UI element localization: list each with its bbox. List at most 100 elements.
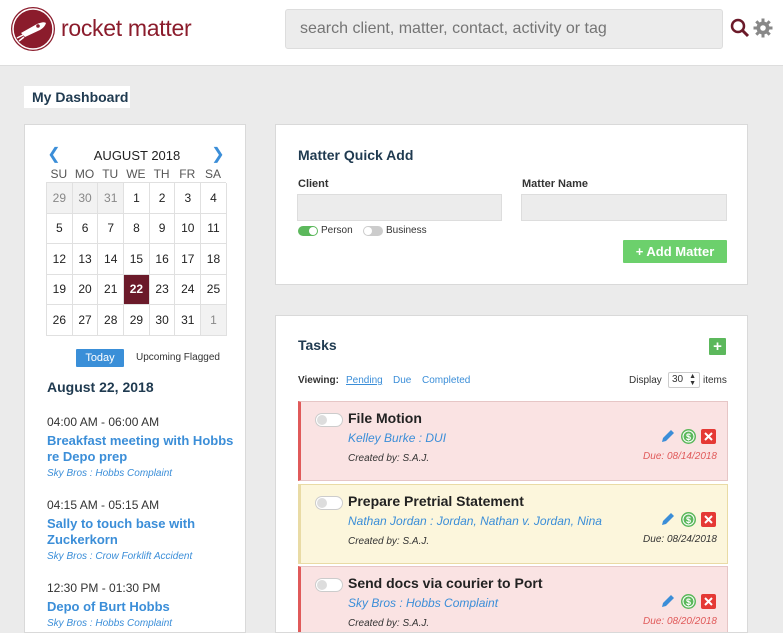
pencil-icon[interactable]	[659, 593, 676, 610]
tasks-panel: Tasks + Viewing: Pending Due Completed D…	[275, 315, 748, 633]
calendar-day[interactable]: 23	[149, 274, 176, 305]
event-matter[interactable]: Sky Bros : Hobbs Complaint	[47, 618, 237, 629]
client-input[interactable]	[297, 194, 502, 221]
task-name[interactable]: Send docs via courier to Port	[348, 575, 543, 591]
calendar-day[interactable]: 13	[72, 244, 99, 275]
event-title[interactable]: Sally to touch base with Zuckerkorn	[47, 516, 237, 548]
task-complete-toggle[interactable]	[315, 496, 343, 510]
calendar-day[interactable]: 19	[47, 274, 73, 305]
delete-icon[interactable]	[700, 428, 717, 445]
svg-text:$: $	[686, 597, 691, 607]
task-card[interactable]: File Motion Kelley Burke : DUI Created b…	[298, 401, 728, 481]
delete-icon[interactable]	[700, 511, 717, 528]
calendar-day[interactable]: 10	[175, 213, 202, 244]
calendar-day[interactable]: 25	[201, 274, 227, 305]
task-card[interactable]: Send docs via courier to Port Sky Bros :…	[298, 566, 728, 632]
tasks-title: Tasks	[298, 337, 337, 353]
filter-due[interactable]: Due	[393, 375, 411, 386]
task-matter-link[interactable]: Sky Bros : Hobbs Complaint	[348, 596, 498, 610]
calendar-day[interactable]: 26	[47, 305, 73, 336]
calendar-day[interactable]: 30	[72, 183, 99, 214]
billing-icon[interactable]: $	[680, 428, 697, 445]
calendar-event[interactable]: 04:00 AM - 06:00 AM Breakfast meeting wi…	[47, 415, 237, 479]
calendar-day[interactable]: 4	[201, 183, 227, 214]
rocket-logo-icon[interactable]	[11, 7, 55, 51]
calendar-event[interactable]: 12:30 PM - 01:30 PM Depo of Burt Hobbs S…	[47, 581, 237, 629]
top-bar: rocket matter	[0, 0, 783, 66]
display-count-select[interactable]: 30 ▲ ▼	[668, 372, 700, 388]
calendar-day[interactable]: 28	[98, 305, 125, 336]
calendar-day[interactable]: 11	[201, 213, 227, 244]
calendar-day[interactable]: 24	[175, 274, 202, 305]
add-matter-button[interactable]: + Add Matter	[623, 240, 727, 263]
day-of-week-row: SU MO TU WE TH FR SA	[46, 166, 226, 182]
filter-pending[interactable]: Pending	[346, 375, 383, 386]
task-matter-link[interactable]: Kelley Burke : DUI	[348, 431, 446, 445]
calendar-day-selected[interactable]: 22	[124, 274, 150, 305]
pencil-icon[interactable]	[659, 511, 676, 528]
calendar-day[interactable]: 29	[124, 305, 150, 336]
upcoming-flagged-link[interactable]: Upcoming Flagged	[136, 352, 220, 363]
calendar-day[interactable]: 9	[149, 213, 176, 244]
task-name[interactable]: Prepare Pretrial Statement	[348, 493, 524, 509]
event-matter[interactable]: Sky Bros : Crow Forklift Accident	[47, 551, 237, 562]
calendar-day[interactable]: 12	[47, 244, 73, 275]
calendar-day[interactable]: 6	[72, 213, 99, 244]
calendar-day[interactable]: 15	[124, 244, 150, 275]
matter-name-input[interactable]	[521, 194, 727, 221]
chevron-left-icon[interactable]: ❮	[47, 147, 61, 163]
task-created-by: Created by: S.A.J.	[348, 536, 430, 547]
search-icon[interactable]	[729, 17, 751, 39]
calendar-day[interactable]: 31	[98, 183, 125, 214]
filter-completed[interactable]: Completed	[422, 375, 470, 386]
display-label: Display	[629, 375, 662, 386]
calendar-day[interactable]: 3	[175, 183, 202, 214]
today-button[interactable]: Today	[76, 349, 124, 367]
calendar-day[interactable]: 1	[201, 305, 227, 336]
calendar-day[interactable]: 31	[175, 305, 202, 336]
task-complete-toggle[interactable]	[315, 578, 343, 592]
calendar-day[interactable]: 14	[98, 244, 125, 275]
calendar-day[interactable]: 29	[47, 183, 73, 214]
task-complete-toggle[interactable]	[315, 413, 343, 427]
calendar-day[interactable]: 2	[149, 183, 176, 214]
calendar-day[interactable]: 7	[98, 213, 125, 244]
calendar-event[interactable]: 04:15 AM - 05:15 AM Sally to touch base …	[47, 498, 237, 562]
day-header: TH	[153, 167, 170, 181]
task-card[interactable]: Prepare Pretrial Statement Nathan Jordan…	[298, 484, 728, 564]
task-due-date: Due: 08/14/2018	[643, 451, 717, 462]
gear-icon[interactable]	[752, 17, 774, 39]
calendar-day[interactable]: 5	[47, 213, 73, 244]
calendar-day[interactable]: 30	[149, 305, 176, 336]
calendar-day[interactable]: 17	[175, 244, 202, 275]
billing-icon[interactable]: $	[680, 511, 697, 528]
billing-icon[interactable]: $	[680, 593, 697, 610]
task-actions: $	[659, 428, 717, 445]
search-input[interactable]	[285, 9, 723, 49]
calendar-day[interactable]: 20	[72, 274, 99, 305]
dashboard-tab[interactable]: My Dashboard	[24, 86, 130, 108]
calendar-day[interactable]: 21	[98, 274, 125, 305]
calendar-month-label: AUGUST 2018	[93, 148, 181, 163]
brand-name[interactable]: rocket matter	[61, 15, 192, 42]
event-matter[interactable]: Sky Bros : Hobbs Complaint	[47, 468, 237, 479]
day-header: WE	[126, 167, 146, 181]
viewing-label: Viewing:	[298, 375, 339, 386]
task-name[interactable]: File Motion	[348, 410, 422, 426]
calendar-day[interactable]: 16	[149, 244, 176, 275]
person-toggle[interactable]	[298, 226, 318, 236]
event-title[interactable]: Depo of Burt Hobbs	[47, 599, 237, 615]
chevron-right-icon[interactable]: ❯	[211, 147, 225, 163]
calendar-day[interactable]: 27	[72, 305, 99, 336]
calendar-day[interactable]: 1	[124, 183, 150, 214]
event-title[interactable]: Breakfast meeting with Hobbs re Depo pre…	[47, 433, 237, 465]
pencil-icon[interactable]	[659, 428, 676, 445]
calendar-day[interactable]: 18	[201, 244, 227, 275]
add-task-button[interactable]: +	[709, 338, 726, 355]
task-actions: $	[659, 593, 717, 610]
delete-icon[interactable]	[700, 593, 717, 610]
business-toggle[interactable]	[363, 226, 383, 236]
calendar-day[interactable]: 8	[124, 213, 150, 244]
task-matter-link[interactable]: Nathan Jordan : Jordan, Nathan v. Jordan…	[348, 514, 602, 528]
selected-date-heading: August 22, 2018	[47, 379, 154, 395]
